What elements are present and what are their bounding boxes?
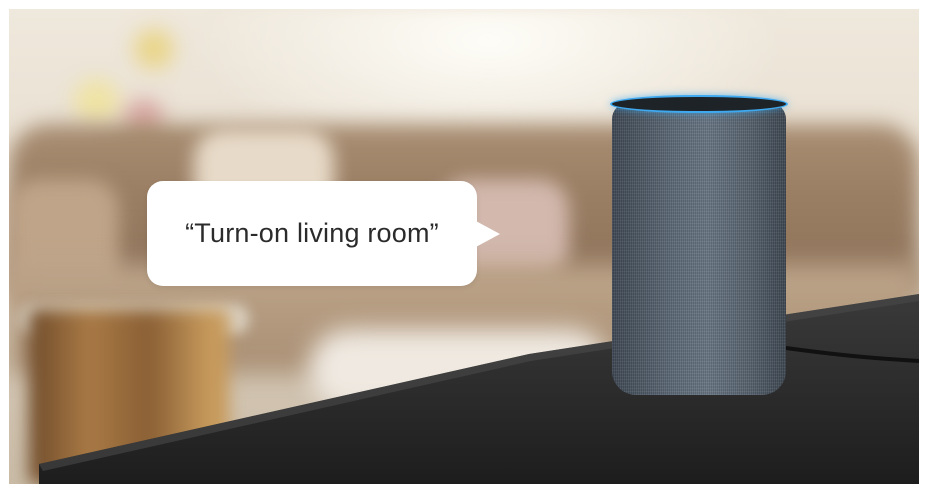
speech-bubble-tail [474, 220, 500, 248]
light-ring-icon [612, 97, 786, 111]
speech-bubble: “Turn-on living room” [147, 181, 477, 286]
speech-bubble-text: “Turn-on living room” [185, 218, 439, 248]
speaker-fabric [612, 103, 786, 395]
smart-speaker [612, 97, 786, 395]
